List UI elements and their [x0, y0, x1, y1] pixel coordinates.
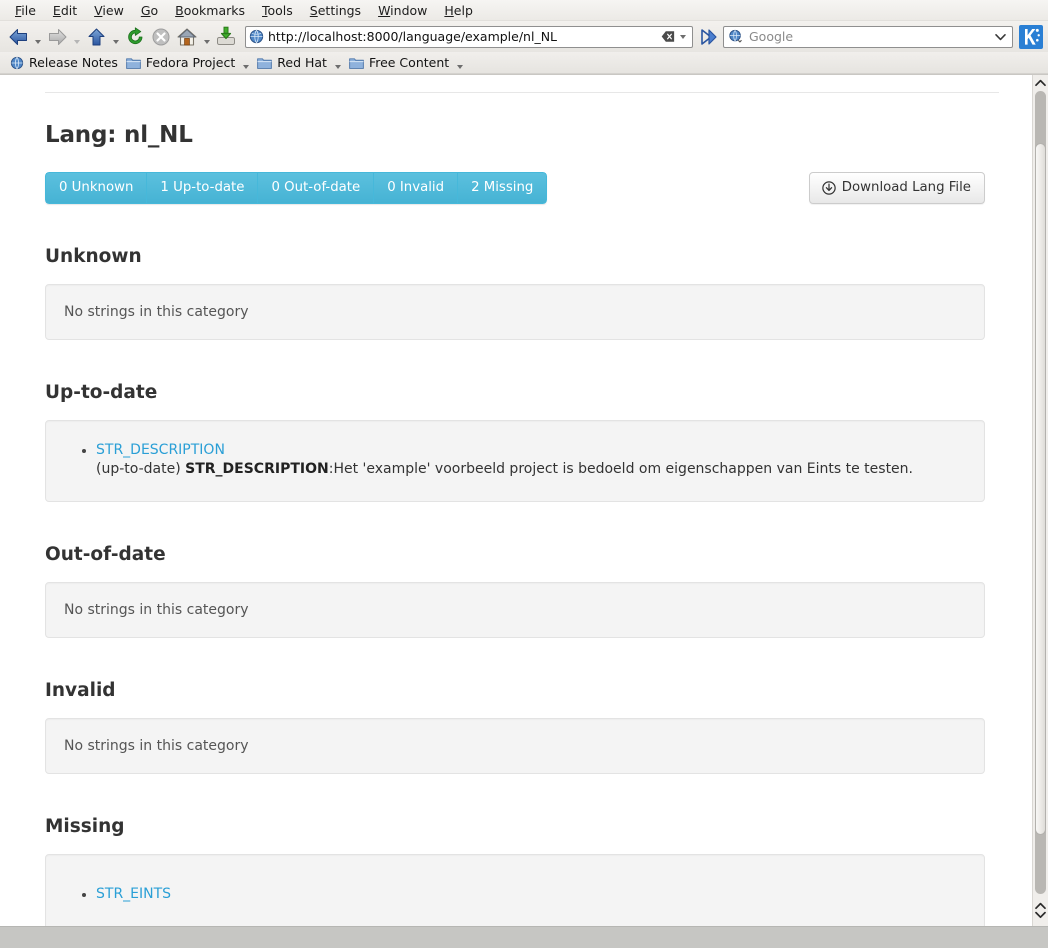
site-favicon-globe-icon	[249, 29, 264, 44]
toolbar-row: 0 Unknown 1 Up-to-date 0 Out-of-date 0 I…	[45, 172, 985, 204]
string-text: Het 'example' voorbeeld project is bedoe…	[333, 461, 913, 477]
menu-settings[interactable]: Settings	[302, 1, 370, 20]
bookmark-release-notes[interactable]: Release Notes	[6, 54, 122, 71]
forward-icon	[44, 24, 70, 50]
scroll-up-arrow-icon[interactable]	[1033, 75, 1048, 91]
web-page: Lang: nl_NL 0 Unknown 1 Up-to-date 0 Out…	[0, 75, 1032, 926]
search-input[interactable]: Google	[749, 29, 991, 44]
scroll-arrows-bottom[interactable]	[1033, 894, 1048, 926]
back-icon[interactable]	[5, 24, 31, 50]
save-icon[interactable]	[213, 24, 239, 50]
bookmark-label: Release Notes	[29, 55, 118, 70]
header-divider	[45, 92, 999, 93]
status-bar	[0, 926, 1048, 948]
status-button-out-of-date[interactable]: 0 Out-of-date	[257, 172, 374, 204]
empty-message: No strings in this category	[64, 738, 249, 754]
empty-message: No strings in this category	[64, 602, 249, 618]
scrollbar-thumb[interactable]	[1035, 143, 1046, 835]
status-button-group: 0 Unknown 1 Up-to-date 0 Out-of-date 0 I…	[45, 172, 548, 204]
document-body: Lang: nl_NL 0 Unknown 1 Up-to-date 0 Out…	[0, 92, 1032, 926]
list-item: STR_DESCRIPTION (up-to-date) STR_DESCRIP…	[96, 439, 966, 479]
string-list-missing: STR_EINTS STR_WINE	[64, 883, 966, 926]
up-chevron-down-icon[interactable]	[109, 24, 122, 50]
bookmark-label: Fedora Project	[145, 55, 236, 70]
clear-url-icon[interactable]	[660, 30, 676, 43]
bookmark-fedora-chevron-down-icon[interactable]	[239, 54, 253, 72]
panel-invalid: No strings in this category	[45, 718, 985, 774]
scrollbar-track[interactable]	[1033, 91, 1048, 894]
navigation-toolbar: http://localhost:8000/language/example/n…	[0, 21, 1048, 52]
scroll-down-arrow-icon[interactable]	[1035, 911, 1046, 919]
go-icon[interactable]	[697, 24, 719, 50]
bookmark-fedora-project[interactable]: Fedora Project	[122, 54, 239, 71]
search-bar[interactable]: Google	[723, 25, 1013, 48]
panel-up-to-date: STR_DESCRIPTION (up-to-date) STR_DESCRIP…	[45, 420, 985, 502]
folder-icon	[349, 56, 364, 69]
menu-bookmarks[interactable]: Bookmarks	[167, 1, 254, 20]
back-history-chevron-down-icon[interactable]	[31, 24, 44, 50]
vertical-scrollbar[interactable]	[1032, 75, 1048, 926]
url-chevron-down-icon[interactable]	[676, 34, 690, 39]
panel-missing: STR_EINTS STR_WINE	[45, 854, 985, 926]
bookmark-label: Free Content	[368, 55, 450, 70]
section-heading-out-of-date: Out-of-date	[45, 544, 166, 565]
folder-icon	[257, 56, 273, 69]
up-icon[interactable]	[83, 24, 109, 50]
browser-window: File Edit View Go Bookmarks Tools Settin…	[0, 0, 1048, 948]
string-link-str-eints[interactable]: STR_EINTS	[96, 886, 171, 902]
menu-help[interactable]: Help	[436, 1, 482, 20]
status-button-up-to-date[interactable]: 1 Up-to-date	[146, 172, 258, 204]
download-lang-file-label: Download Lang File	[841, 180, 971, 195]
menu-go[interactable]: Go	[133, 1, 167, 20]
download-lang-file-button[interactable]: Download Lang File	[808, 172, 985, 204]
status-button-unknown[interactable]: 0 Unknown	[45, 172, 147, 204]
kde-konqueror-logo-icon[interactable]	[1019, 24, 1043, 49]
menu-file[interactable]: File	[7, 1, 45, 20]
bookmark-red-hat[interactable]: Red Hat	[253, 54, 331, 71]
menu-window[interactable]: Window	[370, 1, 436, 20]
menu-view[interactable]: View	[86, 1, 133, 20]
bookmark-label: Red Hat	[277, 55, 327, 70]
string-description: (up-to-date) STR_DESCRIPTION:Het 'exampl…	[96, 459, 966, 479]
home-chevron-down-icon[interactable]	[200, 24, 213, 50]
bookmark-redhat-chevron-down-icon[interactable]	[331, 54, 345, 72]
stop-icon	[148, 24, 174, 50]
home-icon[interactable]	[174, 24, 200, 50]
search-chevron-down-icon[interactable]	[991, 33, 1010, 41]
menu-bar: File Edit View Go Bookmarks Tools Settin…	[0, 0, 1048, 21]
page-title: Lang: nl_NL	[45, 122, 193, 148]
section-heading-unknown: Unknown	[45, 246, 142, 267]
panel-out-of-date: No strings in this category	[45, 582, 985, 638]
url-text[interactable]: http://localhost:8000/language/example/n…	[268, 29, 660, 44]
bookmarks-toolbar: Release Notes Fedora Project Red Hat Fre…	[0, 52, 1048, 74]
url-bar[interactable]: http://localhost:8000/language/example/n…	[245, 25, 693, 48]
panel-unknown: No strings in this category	[45, 284, 985, 340]
menu-edit[interactable]: Edit	[45, 1, 86, 20]
download-circle-icon	[822, 180, 836, 195]
section-heading-invalid: Invalid	[45, 680, 116, 701]
string-list-up-to-date: STR_DESCRIPTION (up-to-date) STR_DESCRIP…	[64, 439, 966, 479]
bookmark-free-content[interactable]: Free Content	[345, 54, 453, 71]
globe-icon	[10, 56, 24, 70]
list-item: STR_EINTS	[96, 883, 966, 902]
string-status: (up-to-date)	[96, 461, 181, 477]
status-button-invalid[interactable]: 0 Invalid	[373, 172, 458, 204]
reload-icon[interactable]	[122, 24, 148, 50]
section-heading-missing: Missing	[45, 816, 125, 837]
menu-tools[interactable]: Tools	[254, 1, 302, 20]
status-button-missing[interactable]: 2 Missing	[457, 172, 548, 204]
bookmark-freecontent-chevron-down-icon[interactable]	[453, 54, 467, 72]
browser-viewport: Lang: nl_NL 0 Unknown 1 Up-to-date 0 Out…	[0, 74, 1048, 926]
scroll-up-arrow-bottom-icon[interactable]	[1035, 902, 1046, 910]
string-link-str-description[interactable]: STR_DESCRIPTION	[96, 442, 225, 458]
empty-message: No strings in this category	[64, 304, 249, 320]
search-engine-icon[interactable]	[728, 29, 744, 44]
folder-icon	[126, 56, 141, 69]
section-heading-up-to-date: Up-to-date	[45, 382, 158, 403]
forward-history-chevron-down-icon	[70, 24, 83, 50]
string-key-bold: STR_DESCRIPTION	[185, 461, 329, 477]
